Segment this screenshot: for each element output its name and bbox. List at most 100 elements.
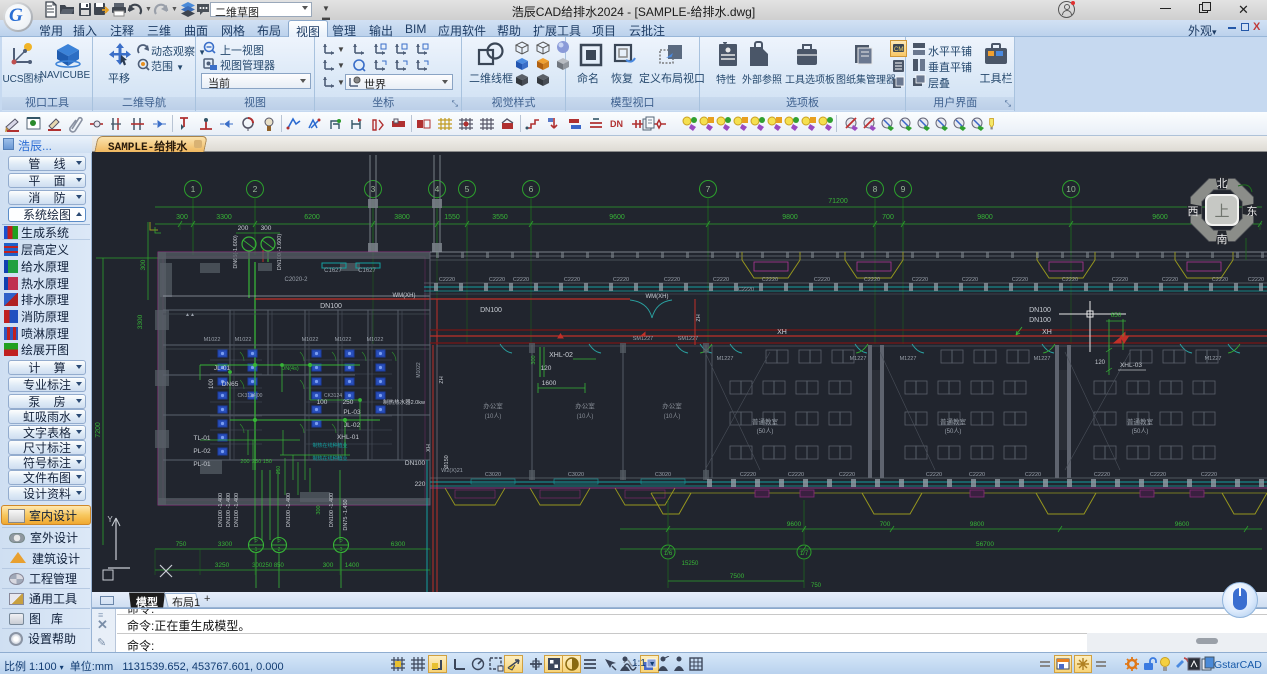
- svg-text:3550: 3550: [492, 214, 508, 221]
- svg-text:7200: 7200: [95, 422, 102, 438]
- svg-text:9800: 9800: [782, 214, 798, 221]
- svg-text:300: 300: [531, 355, 537, 364]
- svg-text:PL-03: PL-03: [343, 409, 361, 416]
- svg-text:M1227: M1227: [1034, 356, 1051, 362]
- svg-text:C2220: C2220: [713, 277, 729, 283]
- svg-text:制热在线种植业: 制热在线种植业: [312, 442, 347, 449]
- svg-text:120: 120: [1095, 360, 1106, 366]
- svg-text:C2220: C2220: [1025, 472, 1041, 478]
- svg-text:ZH: ZH: [439, 376, 445, 383]
- svg-text:办公室: 办公室: [483, 401, 503, 410]
- svg-text:P: P: [339, 539, 343, 545]
- svg-text:750: 750: [811, 583, 822, 589]
- svg-text:M1022: M1022: [335, 337, 352, 343]
- svg-text:9800: 9800: [970, 521, 985, 528]
- svg-text:6300: 6300: [391, 541, 406, 548]
- svg-text:C2220: C2220: [439, 277, 455, 283]
- svg-text:DN75 -1.450: DN75 -1.450: [343, 499, 349, 530]
- svg-text:8: 8: [873, 184, 878, 194]
- svg-text:7500: 7500: [730, 573, 745, 580]
- svg-text:300: 300: [261, 225, 272, 232]
- svg-text:C2220: C2220: [740, 472, 756, 478]
- svg-text:M1227: M1227: [900, 356, 917, 362]
- svg-text:100: 100: [317, 399, 328, 406]
- svg-text:300: 300: [176, 214, 188, 221]
- svg-text:DN100: DN100: [480, 307, 502, 314]
- svg-text:P: P: [254, 539, 258, 545]
- svg-text:71200: 71200: [828, 198, 848, 205]
- svg-text:C2220: C2220: [1112, 277, 1128, 283]
- svg-text:250: 250: [343, 399, 354, 406]
- svg-text:220: 220: [415, 481, 426, 488]
- svg-text:TL-01: TL-01: [194, 435, 211, 442]
- svg-text:200: 200: [240, 459, 249, 465]
- svg-text:SM1227: SM1227: [633, 336, 654, 342]
- svg-text:9600: 9600: [787, 521, 802, 528]
- svg-text:南: 南: [1217, 233, 1228, 246]
- svg-text:WM(XH): WM(XH): [646, 294, 669, 300]
- svg-text:PL-01: PL-01: [193, 461, 211, 468]
- svg-text:ZH: ZH: [696, 314, 702, 321]
- svg-text:DN65: DN65: [222, 381, 239, 388]
- svg-text:10: 10: [1066, 184, 1076, 194]
- svg-text:200: 200: [238, 225, 249, 232]
- svg-text:300: 300: [323, 562, 334, 569]
- svg-text:▲▲: ▲▲: [185, 312, 195, 318]
- svg-text:1550: 1550: [444, 214, 460, 221]
- svg-text:C1627: C1627: [358, 268, 376, 274]
- svg-text:DN100: DN100: [320, 303, 342, 310]
- svg-text:DN100 -1.400: DN100 -1.400: [226, 493, 232, 527]
- svg-text:XH: XH: [777, 329, 787, 336]
- svg-text:C2220: C2220: [513, 277, 529, 283]
- svg-text:300: 300: [316, 505, 322, 514]
- svg-text:东: 东: [1247, 205, 1258, 218]
- svg-text:C2220: C2220: [926, 472, 942, 478]
- svg-text:6200: 6200: [304, 214, 320, 221]
- svg-text:JL-02: JL-02: [344, 422, 361, 429]
- svg-text:100: 100: [209, 378, 215, 389]
- svg-text:M1022: M1022: [302, 337, 319, 343]
- svg-text:C2220: C2220: [788, 472, 804, 478]
- svg-text:3: 3: [371, 184, 376, 194]
- svg-text:9600: 9600: [609, 214, 625, 221]
- svg-text:3800: 3800: [394, 214, 410, 221]
- svg-text:C2220: C2220: [1012, 277, 1028, 283]
- svg-text:15250: 15250: [682, 561, 699, 567]
- svg-text:DN100 -1.400: DN100 -1.400: [286, 493, 292, 527]
- svg-text:制热热水器2.0kw: 制热热水器2.0kw: [383, 398, 425, 406]
- svg-text:P: P: [277, 539, 281, 545]
- svg-text:M1022: M1022: [367, 337, 384, 343]
- svg-text:DN100: DN100: [1029, 317, 1051, 324]
- svg-text:3300: 3300: [216, 214, 232, 221]
- svg-text:C2220: C2220: [912, 277, 928, 283]
- svg-text:DN100 -1.400: DN100 -1.400: [218, 493, 224, 527]
- svg-text:C2220: C2220: [613, 277, 629, 283]
- svg-text:DN100 -1.400: DN100 -1.400: [329, 493, 335, 527]
- svg-text:(10人): (10人): [485, 413, 502, 420]
- svg-text:300: 300: [140, 259, 147, 270]
- svg-text:XHL-02: XHL-02: [549, 352, 573, 359]
- svg-text:C2220: C2220: [762, 277, 778, 283]
- svg-text:250: 250: [276, 466, 282, 475]
- svg-text:CK3124|00: CK3124|00: [238, 393, 263, 399]
- svg-text:2: 2: [278, 547, 281, 553]
- svg-text:9600: 9600: [1175, 521, 1190, 528]
- svg-text:2: 2: [253, 184, 258, 194]
- svg-text:1/6: 1/6: [664, 551, 673, 557]
- svg-text:XH: XH: [1042, 329, 1052, 336]
- svg-text:CK3124: CK3124: [324, 393, 342, 399]
- svg-text:WM(XH): WM(XH): [393, 293, 416, 299]
- svg-text:C2220: C2220: [1212, 277, 1228, 283]
- svg-text:PL-02: PL-02: [193, 448, 211, 455]
- svg-text:M1022: M1022: [235, 337, 252, 343]
- svg-text:750: 750: [176, 541, 187, 548]
- svg-text:普通教室: 普通教室: [1127, 417, 1154, 426]
- svg-text:C2220: C2220: [564, 277, 580, 283]
- svg-text:XHL-01: XHL-01: [337, 434, 359, 441]
- svg-text:C2220: C2220: [814, 277, 830, 283]
- svg-text:700: 700: [882, 214, 894, 221]
- svg-text:CMD: CMD: [894, 47, 905, 53]
- svg-text:3300: 3300: [218, 541, 233, 548]
- svg-text:3300: 3300: [137, 314, 144, 329]
- svg-text:1/7: 1/7: [800, 551, 809, 557]
